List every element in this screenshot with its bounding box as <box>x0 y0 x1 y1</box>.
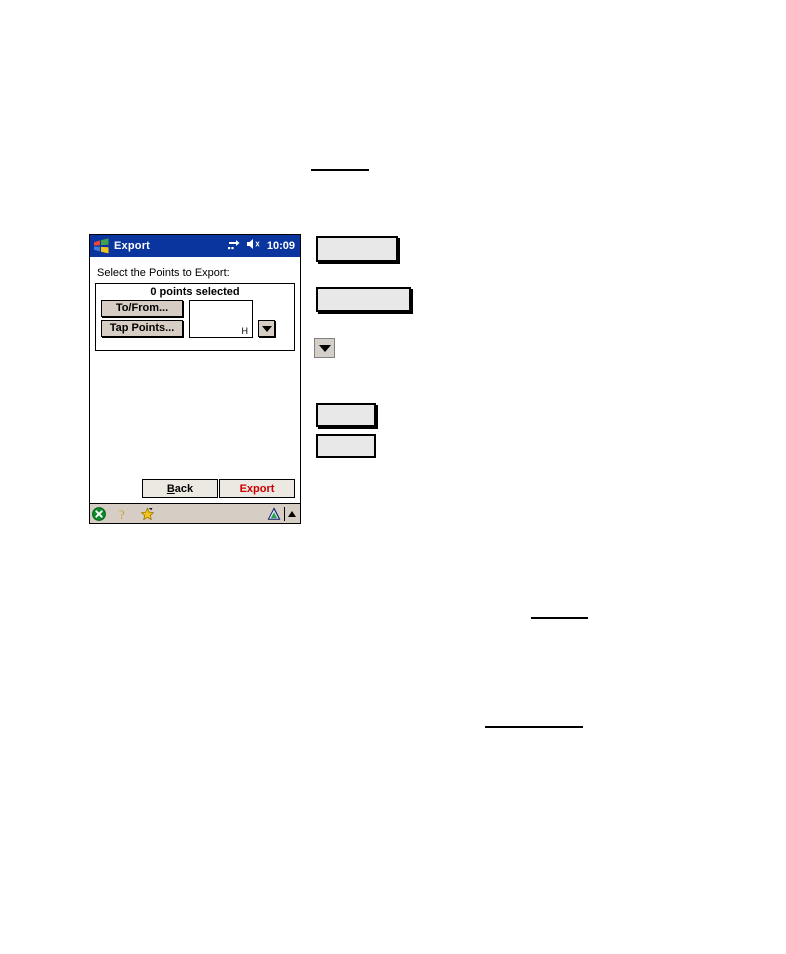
pda-device-window: Export 10:09 Select the Points to Export… <box>89 234 301 524</box>
system-clock: 10:09 <box>266 240 295 252</box>
points-listbox[interactable]: H <box>189 300 253 338</box>
listbox-area: H <box>189 300 275 338</box>
back-button[interactable]: Back <box>142 479 218 498</box>
selection-buttons: To/From... Tap Points... <box>101 300 183 337</box>
points-selected-count: 0 points selected <box>150 286 240 298</box>
to-from-button[interactable]: To/From... <box>101 300 183 317</box>
export-button[interactable]: Export <box>219 479 295 498</box>
help-icon[interactable]: ? <box>117 507 129 522</box>
callout-box <box>316 236 398 262</box>
annotation-rule <box>485 726 583 728</box>
windows-flag-icon[interactable] <box>93 238 110 254</box>
annotation-rule <box>311 169 369 171</box>
window-titlebar: Export 10:09 <box>90 235 300 257</box>
annotation-rule <box>531 617 588 619</box>
tap-points-button[interactable]: Tap Points... <box>101 320 183 337</box>
connectivity-icon[interactable] <box>227 237 241 255</box>
chevron-down-icon <box>261 325 272 332</box>
keyboard-panel-icon[interactable] <box>267 506 281 521</box>
callout-box <box>316 287 411 312</box>
callout-dropdown-button[interactable] <box>314 338 335 358</box>
listbox-dropdown-button[interactable] <box>258 320 275 337</box>
svg-text:?: ? <box>119 507 125 521</box>
listbox-marker: H <box>241 326 249 336</box>
client-area: Select the Points to Export: 0 points se… <box>90 257 300 503</box>
tray-separator <box>284 506 285 521</box>
back-button-accel: B <box>166 482 175 495</box>
system-taskbar: ? <box>90 503 300 523</box>
callout-box <box>316 434 376 458</box>
command-button-row: Back Export <box>95 479 295 498</box>
chevron-down-icon <box>318 344 331 352</box>
points-groupbox: 0 points selected To/From... Tap Points.… <box>95 283 295 351</box>
close-icon[interactable] <box>92 506 106 521</box>
back-button-label: ack <box>174 482 194 495</box>
prompt-label: Select the Points to Export: <box>97 267 230 279</box>
chevron-up-icon[interactable] <box>288 510 296 517</box>
star-icon[interactable] <box>140 507 155 521</box>
callout-box <box>316 403 376 427</box>
window-title: Export <box>114 240 151 252</box>
speaker-muted-icon[interactable] <box>246 237 262 255</box>
groupbox-body: To/From... Tap Points... H <box>96 298 294 338</box>
